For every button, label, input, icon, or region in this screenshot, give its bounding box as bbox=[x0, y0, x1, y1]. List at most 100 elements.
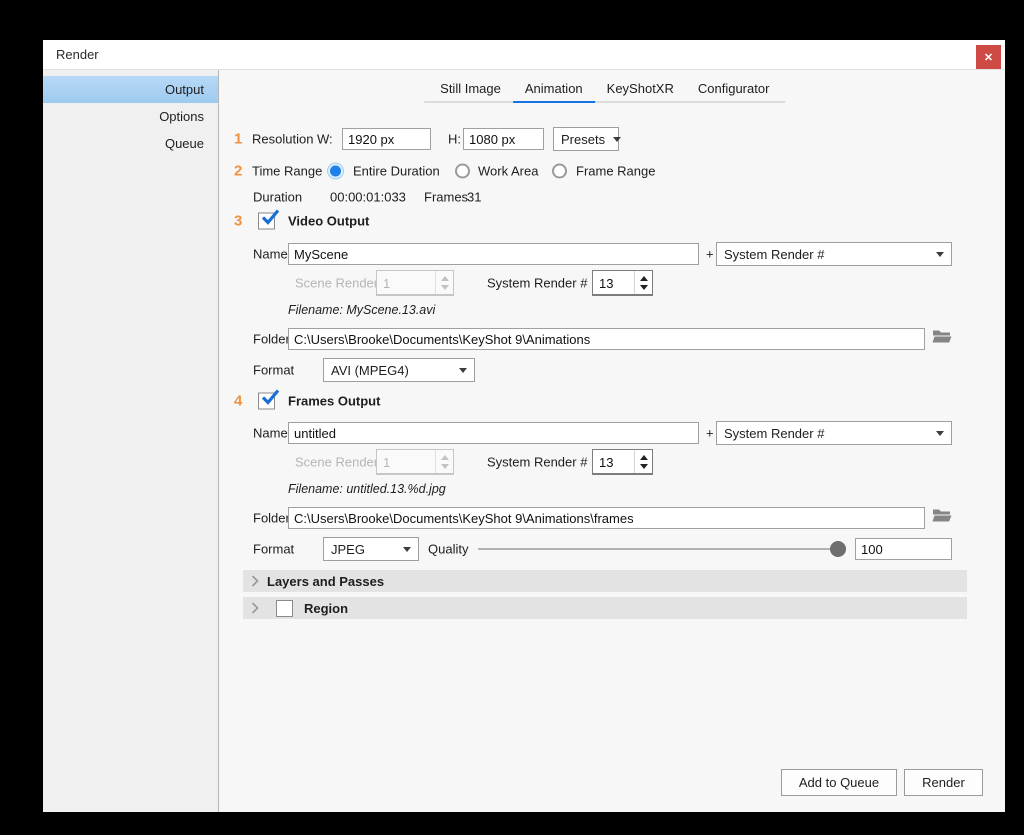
tab-still-image[interactable]: Still Image bbox=[428, 78, 513, 103]
frames-system-render-spinner[interactable]: 13 bbox=[592, 449, 653, 475]
frames-scene-render-value: 1 bbox=[377, 450, 435, 473]
layers-passes-section-header[interactable]: Layers and Passes bbox=[243, 570, 967, 592]
render-button[interactable]: Render bbox=[904, 769, 983, 796]
work-area-radio[interactable] bbox=[455, 164, 470, 179]
frames-folder-input[interactable] bbox=[288, 507, 925, 529]
sidebar-item-options[interactable]: Options bbox=[43, 103, 218, 130]
chevron-right-icon bbox=[251, 602, 259, 614]
frames-name-row: Name + System Render # bbox=[219, 420, 1005, 446]
frames-label: Frames bbox=[424, 190, 468, 205]
add-to-queue-label: Add to Queue bbox=[799, 775, 879, 790]
duration-label: Duration bbox=[253, 190, 302, 205]
frame-range-label: Frame Range bbox=[576, 164, 655, 179]
entire-duration-label: Entire Duration bbox=[353, 164, 440, 179]
width-input[interactable] bbox=[342, 128, 431, 150]
step-1-label: 1 bbox=[234, 131, 242, 148]
spin-up-icon bbox=[640, 455, 648, 460]
entire-duration-radio[interactable] bbox=[328, 164, 343, 179]
resolution-label: Resolution bbox=[252, 132, 313, 147]
video-folder-label: Folder bbox=[253, 332, 290, 347]
spinner-arrows[interactable] bbox=[634, 450, 652, 473]
add-to-queue-button[interactable]: Add to Queue bbox=[781, 769, 897, 796]
duration-value: 00:00:01:033 bbox=[330, 190, 406, 205]
video-output-checkbox[interactable] bbox=[258, 213, 275, 230]
video-plus-label: + bbox=[706, 247, 714, 262]
video-scene-render-spinner: 1 bbox=[376, 270, 454, 296]
video-render-number-row: Scene Render # 1 System Render # 13 bbox=[219, 269, 1005, 297]
video-scene-render-value: 1 bbox=[377, 271, 435, 294]
spin-down-icon bbox=[441, 464, 449, 469]
spin-down-icon bbox=[640, 285, 648, 290]
frames-folder-row: Folder bbox=[219, 505, 1005, 531]
close-icon: ✕ bbox=[984, 51, 993, 64]
spin-up-icon bbox=[640, 276, 648, 281]
spinner-arrows[interactable] bbox=[634, 271, 652, 294]
video-suffix-dropdown[interactable]: System Render # bbox=[716, 242, 952, 266]
layers-passes-title: Layers and Passes bbox=[267, 574, 384, 589]
tab-keyshotxr[interactable]: KeyShotXR bbox=[595, 78, 686, 103]
frames-system-render-label: System Render # bbox=[487, 455, 587, 470]
title-bar: Render ✕ bbox=[43, 40, 1005, 70]
presets-dropdown[interactable]: Presets bbox=[553, 127, 619, 151]
spin-up-icon bbox=[441, 455, 449, 460]
region-checkbox[interactable] bbox=[276, 600, 293, 617]
spin-down-icon bbox=[640, 464, 648, 469]
frames-scene-render-label: Scene Render # bbox=[295, 455, 389, 470]
video-folder-input[interactable] bbox=[288, 328, 925, 350]
spin-up-icon bbox=[441, 276, 449, 281]
chevron-down-icon bbox=[613, 137, 621, 142]
chevron-down-icon bbox=[459, 368, 467, 373]
video-filename: Filename: MyScene.13.avi bbox=[288, 303, 435, 317]
video-filename-row: Filename: MyScene.13.avi bbox=[219, 301, 1005, 319]
presets-label: Presets bbox=[561, 132, 605, 147]
video-system-render-label: System Render # bbox=[487, 276, 587, 291]
frames-format-dropdown[interactable]: JPEG bbox=[323, 537, 419, 561]
frames-filename: Filename: untitled.13.%d.jpg bbox=[288, 482, 446, 496]
frames-output-title: Frames Output bbox=[288, 394, 380, 409]
frames-filename-row: Filename: untitled.13.%d.jpg bbox=[219, 480, 1005, 498]
checkmark-icon bbox=[260, 207, 280, 227]
video-suffix-value: System Render # bbox=[724, 247, 824, 262]
video-format-dropdown[interactable]: AVI (MPEG4) bbox=[323, 358, 475, 382]
frames-suffix-value: System Render # bbox=[724, 426, 824, 441]
video-format-value: AVI (MPEG4) bbox=[331, 363, 409, 378]
video-scene-render-label: Scene Render # bbox=[295, 276, 389, 291]
spinner-arrows bbox=[435, 271, 453, 294]
slider-thumb[interactable] bbox=[830, 541, 846, 557]
video-system-render-value: 13 bbox=[593, 271, 634, 294]
tab-configurator[interactable]: Configurator bbox=[686, 78, 782, 103]
frames-scene-render-spinner: 1 bbox=[376, 449, 454, 475]
time-range-row: 2 Time Range Entire Duration Work Area F… bbox=[219, 158, 1005, 184]
frames-name-label: Name bbox=[253, 426, 288, 441]
tab-animation[interactable]: Animation bbox=[513, 78, 595, 103]
chevron-down-icon bbox=[403, 547, 411, 552]
render-dialog: Render ✕ Output Options Queue Still Imag… bbox=[43, 40, 1005, 812]
close-button[interactable]: ✕ bbox=[976, 45, 1001, 69]
video-name-row: Name + System Render # bbox=[219, 241, 1005, 267]
chevron-down-icon bbox=[936, 431, 944, 436]
frame-range-radio[interactable] bbox=[552, 164, 567, 179]
sidebar-item-queue[interactable]: Queue bbox=[43, 130, 218, 157]
quality-value-input[interactable] bbox=[855, 538, 952, 560]
checkmark-icon bbox=[260, 387, 280, 407]
chevron-down-icon bbox=[936, 252, 944, 257]
sidebar-item-output[interactable]: Output bbox=[43, 76, 218, 103]
frames-suffix-dropdown[interactable]: System Render # bbox=[716, 421, 952, 445]
region-section-header[interactable]: Region bbox=[243, 597, 967, 619]
video-name-input[interactable] bbox=[288, 243, 699, 265]
frames-name-input[interactable] bbox=[288, 422, 699, 444]
frames-value: 31 bbox=[467, 190, 481, 205]
work-area-label: Work Area bbox=[478, 164, 538, 179]
frames-format-row: Format JPEG Quality bbox=[219, 536, 1005, 562]
video-output-title: Video Output bbox=[288, 214, 369, 229]
resolution-row: 1 Resolution W: H: Presets bbox=[219, 126, 1005, 152]
chevron-right-icon bbox=[251, 575, 259, 587]
quality-slider[interactable] bbox=[478, 541, 846, 557]
frames-render-number-row: Scene Render # 1 System Render # 13 bbox=[219, 448, 1005, 476]
folder-browse-icon[interactable] bbox=[932, 330, 952, 349]
folder-browse-icon[interactable] bbox=[932, 509, 952, 528]
video-system-render-spinner[interactable]: 13 bbox=[592, 270, 653, 296]
slider-track bbox=[478, 548, 846, 550]
height-input[interactable] bbox=[463, 128, 544, 150]
frames-output-checkbox[interactable] bbox=[258, 393, 275, 410]
